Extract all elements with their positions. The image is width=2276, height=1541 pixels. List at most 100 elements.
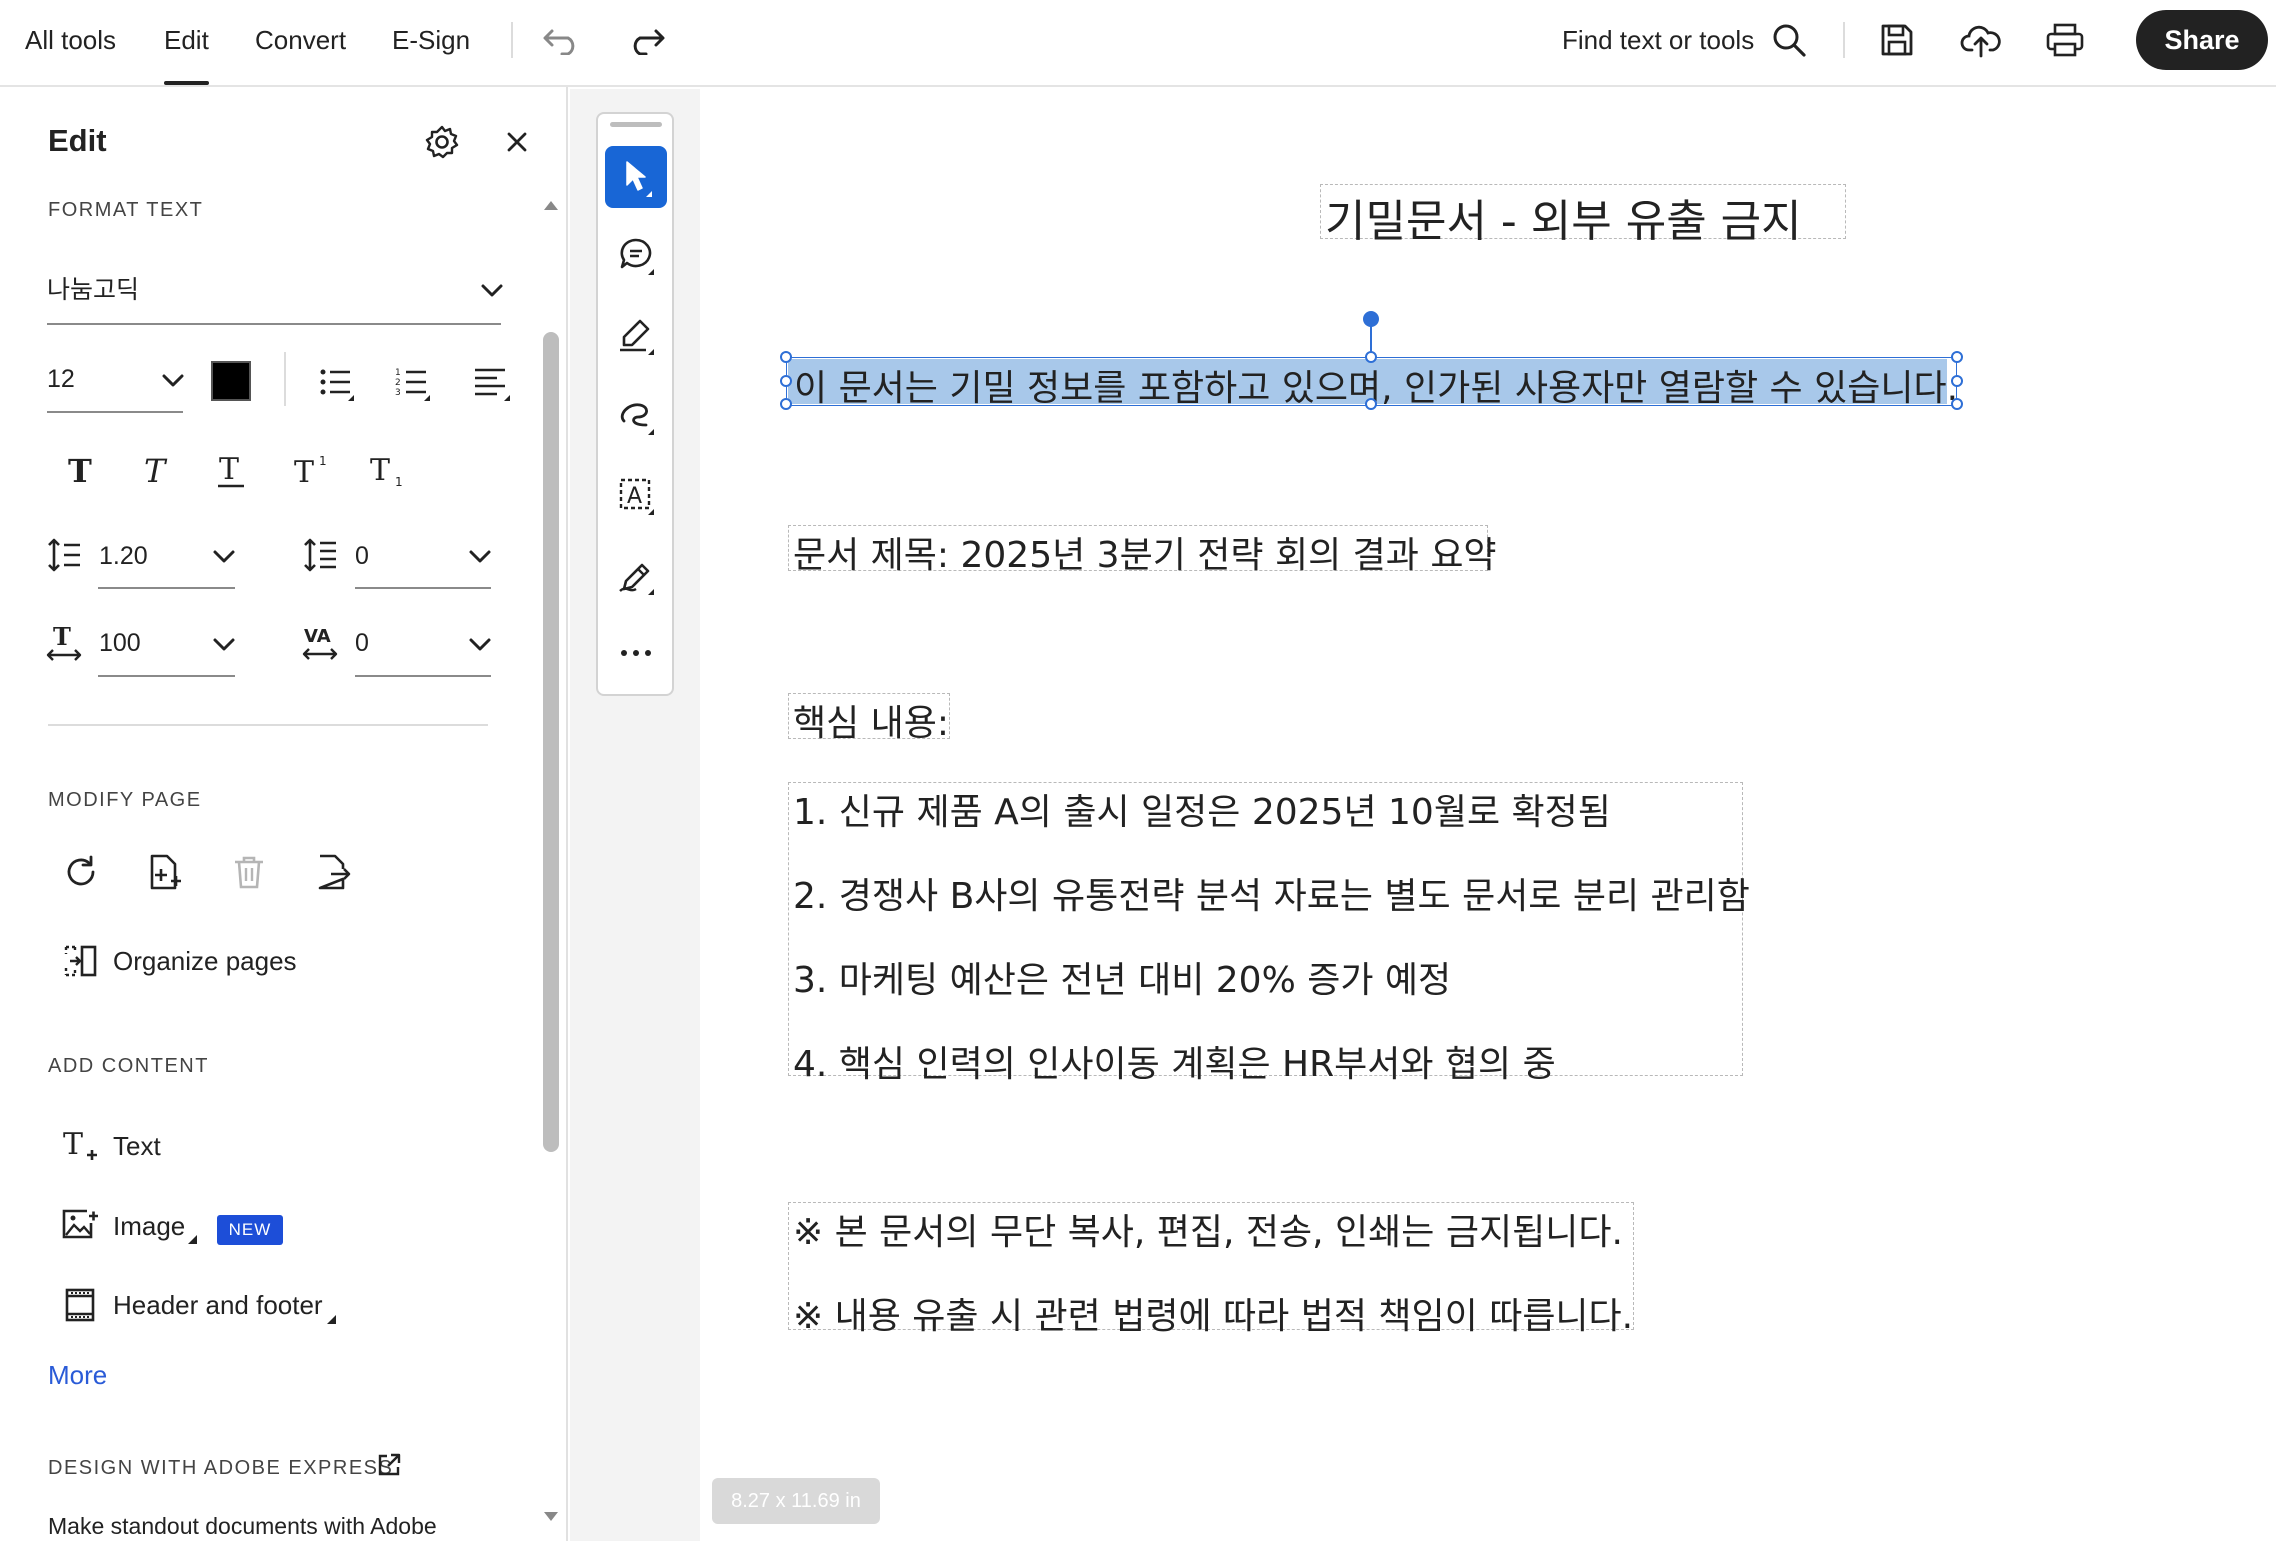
doc-subject-box[interactable]: 문서 제목: 2025년 3분기 전략 회의 결과 요약 [788,525,1497,576]
add-image-icon[interactable] [60,1205,100,1245]
search-icon[interactable] [1764,18,1814,62]
subscript-icon[interactable]: T1 [366,449,408,491]
character-spacing-icon: VA [300,623,340,663]
horizontal-scale-underline [98,675,235,677]
redo-icon[interactable] [621,18,671,62]
svg-text:T: T [144,453,168,487]
numbered-list-icon[interactable]: 123 [390,359,438,407]
line-spacing-value[interactable]: 1.20 [99,542,148,571]
rotate-handle-icon[interactable] [1363,311,1379,327]
list-item: 3. 마케팅 예산은 전년 대비 20% 증가 예정 [793,960,1452,1001]
delete-page-icon[interactable] [226,849,272,895]
organize-pages-icon[interactable] [60,941,100,981]
tab-edit[interactable]: Edit [164,0,209,85]
key-items-box[interactable]: 1. 신규 제품 A의 출시 일정은 2025년 10월로 확정됨 2. 경쟁사… [788,782,1750,1085]
doc-subject-line: 문서 제목: 2025년 3분기 전략 회의 결과 요약 [793,535,1497,576]
svg-text:1: 1 [319,454,327,468]
scroll-down-arrow-icon[interactable] [540,1507,562,1527]
undo-icon[interactable] [537,18,587,62]
notice-line: ※ 본 문서의 무단 복사, 편집, 전송, 인쇄는 금지됩니다. [793,1212,1623,1253]
tab-convert[interactable]: Convert [255,0,346,85]
horizontal-scale-value[interactable]: 100 [99,629,141,658]
section-design-adobe-express: DESIGN WITH ADOBE EXPRESS [48,1457,394,1479]
quick-tools-bar: A [596,112,674,696]
paragraph-spacing-value[interactable]: 0 [355,542,369,571]
svg-text:T: T [370,453,390,487]
select-tool-button[interactable] [605,146,667,208]
superscript-icon[interactable]: T1 [290,449,332,491]
key-content-label-box[interactable]: 핵심 내용: [788,693,950,744]
svg-text:2: 2 [395,378,401,388]
section-divider [48,724,488,726]
close-icon[interactable] [498,123,536,161]
list-item: 4. 핵심 인력의 인사이동 계획은 HR부서와 협의 중 [793,1044,1556,1085]
svg-text:T: T [63,1127,83,1162]
insert-page-icon[interactable] [142,849,188,895]
character-spacing-value[interactable]: 0 [355,629,369,658]
resize-handle[interactable] [1951,351,1963,363]
italic-icon[interactable]: T [136,449,178,491]
resize-handle[interactable] [780,351,792,363]
bold-icon[interactable]: T [60,449,102,491]
font-family-value[interactable]: 나눔고딕 [47,270,139,306]
add-text-icon[interactable]: T [60,1125,100,1165]
align-left-icon[interactable] [468,359,516,407]
svg-text:T: T [53,623,71,651]
key-content-label: 핵심 내용: [793,703,950,744]
resize-handle[interactable] [1951,398,1963,410]
highlight-tool-button[interactable] [605,304,667,366]
chevron-down-icon[interactable] [462,631,498,659]
bullet-list-icon[interactable] [314,359,362,407]
find-text-or-tools[interactable]: Find text or tools [1562,0,1754,80]
organize-pages-label[interactable]: Organize pages [113,946,297,977]
header-footer-label[interactable]: Header and footer [113,1290,323,1321]
panel-scrollbar-thumb[interactable] [543,332,559,1152]
save-icon[interactable] [1872,18,1922,62]
external-link-icon[interactable] [374,1450,404,1480]
svg-text:T: T [219,452,239,487]
comment-tool-button[interactable] [605,224,667,286]
resize-handle[interactable] [780,398,792,410]
more-link[interactable]: More [48,1360,107,1391]
selected-text-box[interactable]: 이 문서는 기밀 정보를 포함하고 있으며, 인가된 사용자만 열람할 수 있습… [780,311,1963,410]
line-spacing-underline [98,587,235,589]
submenu-indicator [188,1235,197,1244]
chevron-down-icon[interactable] [206,631,242,659]
extract-page-icon[interactable] [310,849,356,895]
resize-handle[interactable] [1951,375,1963,387]
chevron-down-icon[interactable] [474,277,510,305]
chevron-down-icon[interactable] [462,543,498,571]
add-image-label[interactable]: Image [113,1211,185,1242]
font-size-underline [47,411,183,413]
rotate-page-icon[interactable] [58,849,104,895]
svg-text:3: 3 [395,388,401,398]
resize-handle[interactable] [1365,398,1377,410]
gear-icon[interactable] [420,120,464,164]
resize-handle[interactable] [780,375,792,387]
svg-text:VA: VA [304,626,331,647]
horizontal-scale-icon: T [44,623,84,663]
font-size-value[interactable]: 12 [47,365,75,394]
document-title: 기밀문서 - 외부 유출 금지 [1325,196,1802,247]
drag-handle[interactable] [610,122,662,127]
share-button[interactable]: Share [2136,10,2268,70]
notice-box[interactable]: ※ 본 문서의 무단 복사, 편집, 전송, 인쇄는 금지됩니다. ※ 내용 유… [788,1202,1634,1337]
sign-tool-button[interactable] [605,544,667,606]
cloud-upload-icon[interactable] [1956,18,2006,62]
chevron-down-icon[interactable] [155,367,191,395]
tab-e-sign[interactable]: E-Sign [392,0,470,85]
underline-icon[interactable]: T [210,449,252,491]
text-color-swatch[interactable] [211,361,251,401]
tab-all-tools[interactable]: All tools [25,0,116,85]
print-icon[interactable] [2040,18,2090,62]
svg-text:1: 1 [395,475,403,487]
chevron-down-icon[interactable] [206,543,242,571]
scroll-up-arrow-icon[interactable] [540,195,562,215]
edit-panel: Edit FORMAT TEXT 나눔고딕 12 123 T T T T1 T1 [0,87,568,1541]
more-tools-button[interactable] [605,622,667,684]
text-box-tool-button[interactable]: A [605,464,667,526]
header-footer-icon[interactable] [60,1285,100,1325]
add-text-label[interactable]: Text [113,1131,161,1162]
draw-tool-button[interactable] [605,384,667,446]
document-title-box[interactable]: 기밀문서 - 외부 유출 금지 [1320,184,1846,247]
